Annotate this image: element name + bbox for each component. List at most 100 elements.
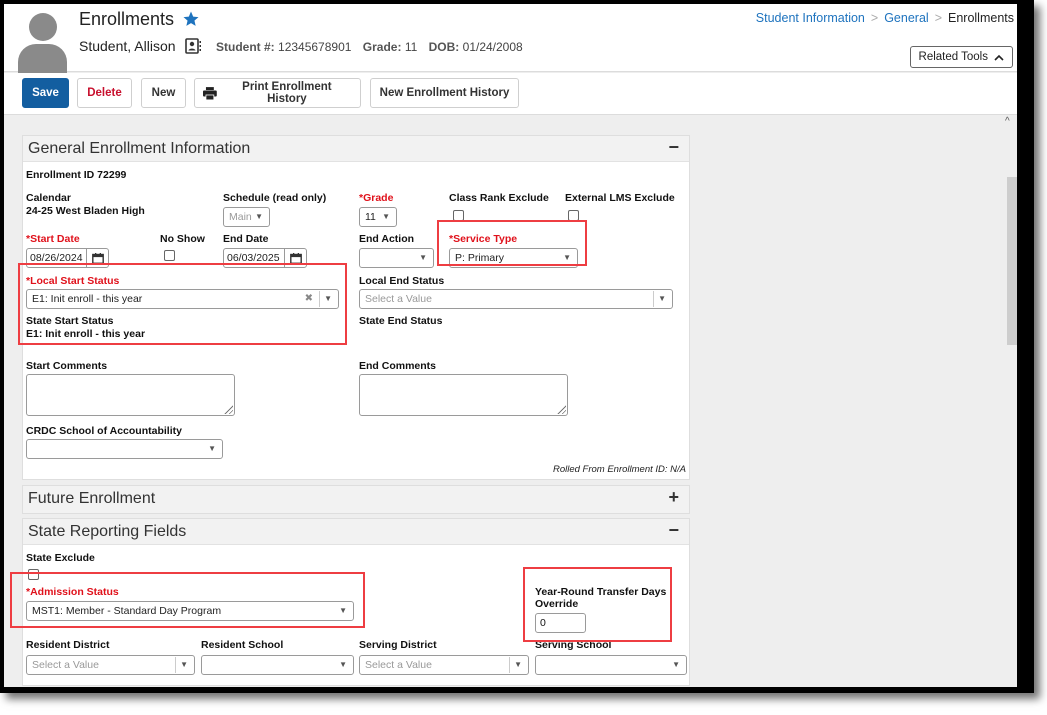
collapse-icon[interactable]: −: [668, 137, 679, 158]
student-number: 12345678901: [278, 40, 352, 54]
window-frame: Enrollments Student, Allison Student #: …: [0, 0, 1034, 693]
end-comments-textarea[interactable]: [359, 374, 568, 416]
contact-card-icon[interactable]: [185, 38, 202, 54]
grade-select[interactable]: 11 ▼: [359, 207, 397, 227]
dropdown-arrow-icon: ▼: [339, 660, 347, 669]
end-comments-label: End Comments: [359, 360, 437, 372]
dropdown-arrow-icon: ▼: [255, 212, 263, 221]
page-title: Enrollments: [79, 9, 175, 29]
serving-district-placeholder: Select a Value: [365, 659, 432, 671]
delete-button[interactable]: Delete: [77, 78, 132, 108]
page-header: Enrollments Student, Allison Student #: …: [4, 4, 1017, 73]
student-name: Student, Allison: [79, 38, 176, 54]
resident-district-label: Resident District: [26, 639, 110, 651]
schedule-value: Main: [229, 211, 252, 223]
select-divider: [653, 291, 654, 307]
select-divider: [509, 657, 510, 673]
new-button[interactable]: New: [141, 78, 186, 108]
dob-value: 01/24/2008: [462, 40, 523, 54]
start-comments-label: Start Comments: [26, 360, 108, 372]
calendar-value: 24-25 West Bladen High: [26, 205, 145, 217]
class-rank-exclude-label: Class Rank Exclude: [449, 192, 549, 204]
content-area: ^ General Enrollment Information − Enrol…: [4, 116, 1017, 687]
breadcrumb-current: Enrollments: [948, 11, 1014, 25]
local-end-status-label: Local End Status: [359, 275, 445, 287]
serving-school-select[interactable]: ▼: [535, 655, 687, 675]
serving-district-label: Serving District: [359, 639, 437, 651]
resize-grip-icon[interactable]: [223, 404, 233, 414]
student-number-label: Student #:: [216, 40, 275, 54]
select-divider: [175, 657, 176, 673]
panel-title: General Enrollment Information: [28, 140, 251, 157]
avatar: [17, 7, 68, 73]
scrollbar-thumb[interactable]: [1007, 177, 1017, 345]
breadcrumb-student-information[interactable]: Student Information: [756, 11, 865, 25]
general-enrollment-header[interactable]: General Enrollment Information −: [23, 136, 689, 162]
end-action-select[interactable]: ▼: [359, 248, 434, 268]
dropdown-arrow-icon: ▼: [180, 660, 188, 669]
dropdown-arrow-icon: ▼: [672, 660, 680, 669]
crdc-school-select[interactable]: ▼: [26, 439, 223, 459]
state-exclude-label: State Exclude: [26, 552, 95, 564]
breadcrumb-general[interactable]: General: [884, 11, 928, 25]
local-end-status-placeholder: Select a Value: [365, 293, 432, 305]
no-show-label: No Show: [160, 233, 205, 245]
external-lms-exclude-label: External LMS Exclude: [565, 192, 675, 204]
expand-icon[interactable]: +: [668, 487, 679, 508]
related-tools-button[interactable]: Related Tools: [909, 46, 1013, 68]
print-enrollment-history-button[interactable]: Print Enrollment History: [194, 78, 361, 108]
resize-grip-icon[interactable]: [556, 404, 566, 414]
panel-title: State Reporting Fields: [28, 523, 187, 540]
chevron-up-icon: [994, 54, 1004, 61]
student-meta: Student #: 12345678901 Grade: 11 DOB: 01…: [216, 40, 523, 54]
schedule-select: Main ▼: [223, 207, 270, 227]
collapse-icon[interactable]: −: [668, 520, 679, 541]
future-enrollment-panel: Future Enrollment +: [22, 485, 690, 514]
panel-title: Future Enrollment: [28, 490, 156, 507]
serving-district-select[interactable]: Select a Value ▼: [359, 655, 529, 675]
resident-school-label: Resident School: [201, 639, 284, 651]
avatar-body: [18, 44, 67, 73]
scroll-up-icon[interactable]: ^: [1005, 117, 1015, 127]
end-date-label: End Date: [223, 233, 269, 245]
highlight-year-round-transfer: [523, 567, 672, 642]
highlight-service-type: [437, 220, 587, 266]
state-reporting-header[interactable]: State Reporting Fields −: [23, 519, 689, 545]
highlight-admission-status: [10, 572, 365, 628]
dropdown-arrow-icon: ▼: [514, 660, 522, 669]
start-date-label: *Start Date: [26, 233, 80, 245]
grade-value: 11: [365, 211, 376, 223]
enrollment-id: Enrollment ID 72299: [26, 169, 127, 181]
new-enrollment-history-button[interactable]: New Enrollment History: [370, 78, 519, 108]
grade-value: 11: [404, 40, 418, 54]
crdc-school-label: CRDC School of Accountability: [26, 425, 182, 437]
future-enrollment-header[interactable]: Future Enrollment +: [23, 486, 689, 513]
related-tools-label: Related Tools: [918, 51, 988, 63]
dropdown-arrow-icon: ▼: [382, 212, 390, 221]
star-icon[interactable]: [182, 10, 200, 28]
toolbar: Save Delete New Print Enrollment History…: [4, 73, 1017, 115]
grade-label: Grade:: [362, 40, 402, 54]
grade-label: *Grade: [359, 192, 394, 204]
dob-label: DOB:: [428, 40, 460, 54]
dropdown-arrow-icon: ▼: [208, 444, 216, 453]
calendar-label: Calendar: [26, 192, 71, 204]
rolled-from-enrollment: Rolled From Enrollment ID: N/A: [552, 464, 686, 475]
dropdown-arrow-icon: ▼: [419, 253, 427, 262]
resident-district-placeholder: Select a Value: [32, 659, 99, 671]
breadcrumb-separator: >: [934, 11, 942, 25]
schedule-label: Schedule (read only): [223, 192, 327, 204]
dropdown-arrow-icon: ▼: [658, 294, 666, 303]
local-end-status-select[interactable]: Select a Value ▼: [359, 289, 673, 309]
end-action-label: End Action: [359, 233, 415, 245]
highlight-local-start-status: [18, 263, 347, 345]
state-end-status-label: State End Status: [359, 315, 443, 327]
app: Enrollments Student, Allison Student #: …: [4, 4, 1017, 687]
no-show-checkbox[interactable]: [164, 250, 175, 261]
start-comments-textarea[interactable]: [26, 374, 235, 416]
resident-district-select[interactable]: Select a Value ▼: [26, 655, 195, 675]
resident-school-select[interactable]: ▼: [201, 655, 354, 675]
printer-icon: [203, 86, 217, 100]
save-button[interactable]: Save: [22, 78, 69, 108]
breadcrumb: Student Information > General > Enrollments: [756, 11, 1014, 25]
